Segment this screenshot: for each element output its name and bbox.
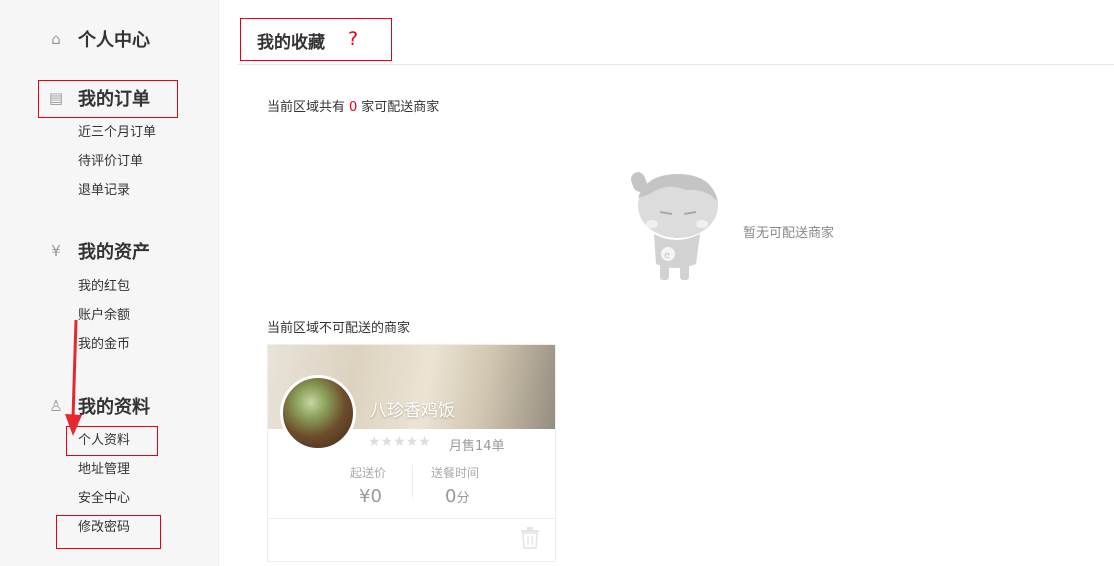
annotation-box-orders <box>38 80 178 118</box>
monthly-sales: 月售14单 <box>449 439 505 454</box>
shop-card[interactable]: 八珍香鸡饭 ★★★★★ 月售14单 起送价 ¥0 送餐时间 0分 <box>267 344 556 562</box>
sidebar-section-title: 我的资料 <box>78 397 150 418</box>
sidebar-section-home[interactable]: ⌂ 个人中心 <box>48 24 150 54</box>
yen-icon: ¥ <box>51 242 61 260</box>
card-divider <box>268 518 555 519</box>
sidebar-section-assets[interactable]: ¥ 我的资产 <box>48 236 150 266</box>
title-divider <box>238 64 1114 65</box>
unavailable-section-label: 当前区域不可配送的商家 <box>267 321 411 336</box>
rating-stars: ★★★★★ <box>368 434 431 450</box>
empty-state-text: 暂无可配送商家 <box>743 226 835 241</box>
available-suffix: 家可配送商家 <box>361 100 440 115</box>
sidebar-item-recent-orders[interactable]: 近三个月订单 <box>78 124 156 142</box>
available-prefix: 当前区域共有 <box>267 100 346 115</box>
home-icon: ⌂ <box>51 30 61 48</box>
sidebar-item-security[interactable]: 安全中心 <box>78 490 130 508</box>
sidebar-item-refunds[interactable]: 退单记录 <box>78 182 130 200</box>
page-title: 我的收藏 <box>257 33 325 53</box>
sidebar-section-title: 个人中心 <box>78 30 150 51</box>
available-shops-summary: 当前区域共有 0 家可配送商家 <box>267 96 439 115</box>
delivery-time-value: 0分 <box>445 486 469 507</box>
trash-icon[interactable] <box>520 527 540 549</box>
empty-mascot-icon: e <box>630 172 718 280</box>
svg-text:e: e <box>664 250 670 261</box>
shop-avatar <box>280 375 356 451</box>
min-order-label: 起送价 <box>350 466 387 480</box>
help-icon[interactable]: ? <box>348 28 358 50</box>
available-count: 0 <box>349 100 358 115</box>
annotation-arrow <box>65 319 82 436</box>
min-order-value: ¥0 <box>359 486 382 507</box>
stat-divider <box>412 465 413 499</box>
delivery-time-unit: 分 <box>456 491 470 506</box>
shop-name[interactable]: 八珍香鸡饭 <box>370 396 455 421</box>
sidebar-item-address[interactable]: 地址管理 <box>78 461 130 479</box>
delivery-time-number: 0 <box>445 486 457 507</box>
delivery-time-label: 送餐时间 <box>431 466 480 480</box>
sidebar-item-pending-review[interactable]: 待评价订单 <box>78 153 143 171</box>
annotation-box-change-password <box>56 515 161 549</box>
sidebar-section-title: 我的资产 <box>78 242 150 263</box>
sidebar-item-red-packets[interactable]: 我的红包 <box>78 278 130 296</box>
